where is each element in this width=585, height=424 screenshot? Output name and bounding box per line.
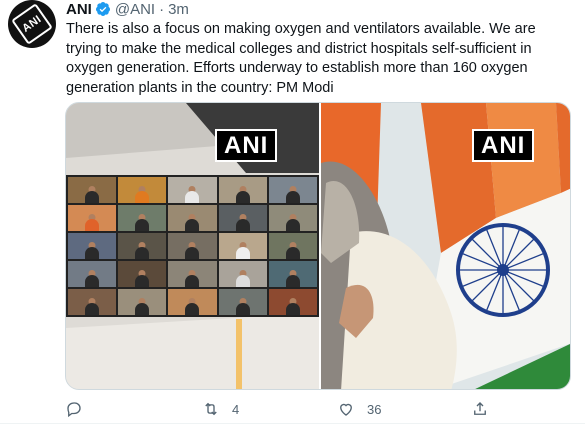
grid-tile	[218, 177, 267, 203]
grid-tile	[68, 205, 117, 231]
grid-tile	[168, 233, 217, 259]
grid-tile	[218, 233, 267, 259]
header-separator: ·	[159, 0, 165, 18]
retweet-icon	[205, 402, 217, 416]
grid-tile	[68, 261, 117, 287]
author-name[interactable]: ANI	[66, 1, 92, 18]
grid-tile	[218, 261, 267, 287]
grid-tile	[118, 233, 167, 259]
author-handle[interactable]: @ANI	[115, 1, 155, 18]
tweet-header: ANI @ANI · 3m	[66, 0, 189, 18]
reply-button[interactable]	[65, 398, 95, 420]
media-image-speaker[interactable]: ANI	[321, 103, 570, 389]
reply-icon	[67, 402, 81, 418]
share-icon	[474, 402, 486, 415]
grid-tile	[168, 177, 217, 203]
grid-tile	[218, 289, 267, 315]
grid-tile	[168, 205, 217, 231]
retweet-button[interactable]: 4	[202, 398, 239, 420]
author-avatar[interactable]: ANI	[8, 0, 56, 48]
grid-tile	[68, 289, 117, 315]
grid-tile	[118, 205, 167, 231]
heart-icon	[340, 403, 352, 416]
tweet-timestamp[interactable]: 3m	[168, 1, 189, 18]
ani-watermark-right: ANI	[472, 129, 535, 162]
retweet-count: 4	[232, 401, 240, 417]
grid-tile	[268, 233, 317, 259]
grid-tile	[168, 261, 217, 287]
grid-tile	[118, 177, 167, 203]
verified-badge-icon	[95, 1, 111, 17]
share-button[interactable]	[471, 398, 501, 420]
ani-watermark-left: ANI	[215, 129, 278, 162]
grid-tile	[168, 289, 217, 315]
grid-tile	[118, 289, 167, 315]
grid-tile	[268, 289, 317, 315]
grid-tile	[268, 177, 317, 203]
tweet-actions: 4 36	[65, 398, 525, 420]
tweet-media[interactable]: ANI ANI	[65, 102, 571, 390]
ani-logo: ANI	[11, 3, 53, 45]
grid-tile	[218, 205, 267, 231]
grid-tile	[68, 177, 117, 203]
grid-tile	[68, 233, 117, 259]
tweet-card[interactable]: ANI ANI @ANI · 3m There is also a focus …	[0, 0, 585, 424]
tweet-text: There is also a focus on making oxygen a…	[66, 21, 536, 96]
grid-tile	[118, 261, 167, 287]
grid-tile	[268, 205, 317, 231]
like-button[interactable]: 36	[337, 398, 381, 420]
media-image-conference[interactable]: ANI	[66, 103, 319, 389]
like-count: 36	[367, 401, 382, 417]
grid-tile	[268, 261, 317, 287]
video-call-grid	[66, 175, 319, 317]
